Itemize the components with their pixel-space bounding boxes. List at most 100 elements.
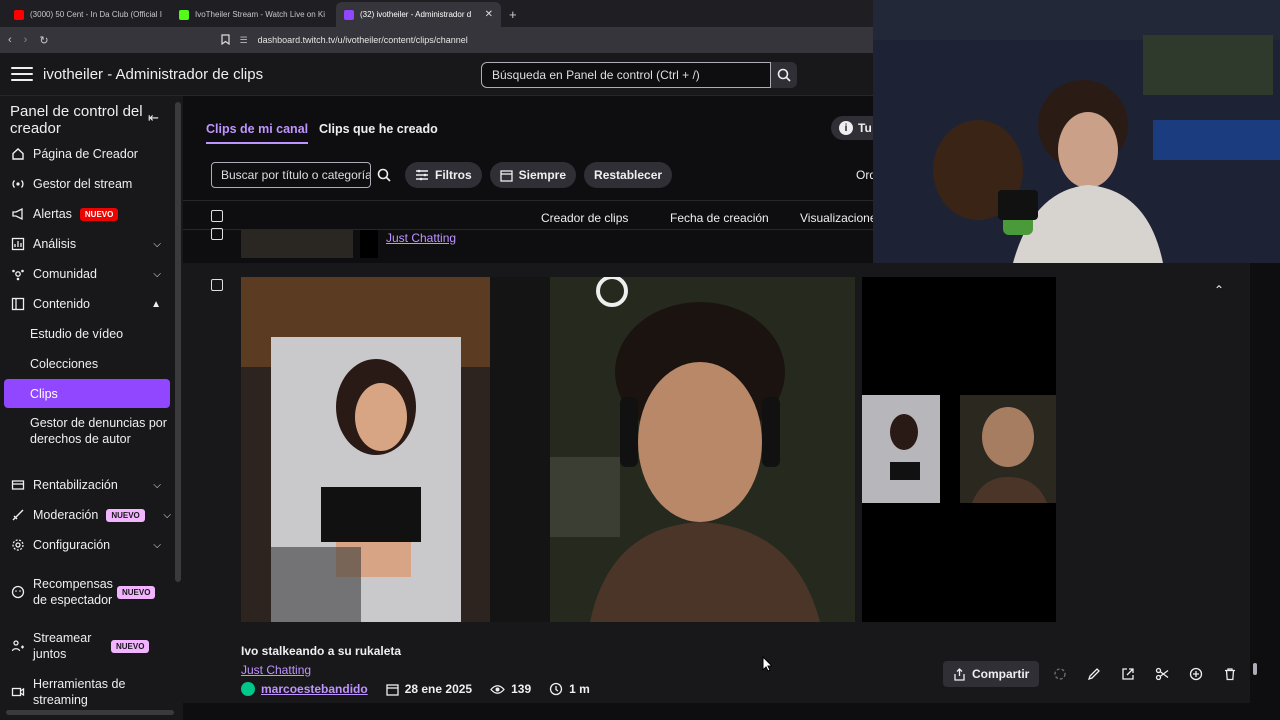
youtube-icon (14, 9, 24, 20)
search-button[interactable] (771, 62, 797, 88)
sidebar-subitem-collections[interactable]: Colecciones (30, 356, 170, 372)
clip-preview-center[interactable] (550, 277, 855, 622)
column-clip-creator[interactable]: Creador de clips (541, 211, 628, 225)
clip-search-input[interactable]: Buscar por título o categoría (211, 162, 371, 188)
share-button[interactable]: Compartir (943, 661, 1040, 687)
url-field[interactable]: dashboard.twitch.tv/u/ivotheiler/content… (258, 35, 468, 45)
column-views[interactable]: Visualizaciones (800, 211, 873, 225)
browser-tab-bar: (3000) 50 Cent - In Da Club (Official I … (0, 0, 873, 27)
chevron-up-icon[interactable]: ▲ (151, 299, 161, 310)
sidebar-item-alerts[interactable]: Alertas NUEVO (0, 200, 175, 228)
select-all-checkbox[interactable] (211, 210, 223, 222)
edit-pencil-icon[interactable] (1081, 661, 1107, 687)
sidebar-item-moderation[interactable]: Moderación NUEVO ⌵ (0, 501, 175, 529)
content-icon (9, 296, 26, 313)
eye-icon (490, 684, 505, 694)
filter-icon (416, 169, 428, 181)
creator-sidebar: Panel de control del creador ⇤ Página de… (0, 96, 183, 720)
home-icon (9, 146, 26, 163)
sidebar-item-settings[interactable]: Configuración ⌵ (0, 531, 175, 559)
chevron-down-icon[interactable]: ⌵ (153, 239, 161, 250)
sidebar-item-label: Análisis (33, 237, 77, 251)
tab-title: IvoTheiler Stream - Watch Live on Ki (195, 10, 325, 19)
sidebar-item-analytics[interactable]: Análisis ⌵ (0, 230, 175, 258)
open-external-icon[interactable] (1115, 661, 1141, 687)
sidebar-item-creator-page[interactable]: Página de Creador (0, 140, 175, 168)
chevron-down-icon[interactable]: ⌵ (153, 480, 161, 491)
clip-checkbox[interactable] (211, 279, 223, 291)
new-badge: NUEVO (111, 639, 150, 653)
sidebar-item-community[interactable]: Comunidad ⌵ (0, 260, 175, 288)
chevron-up-icon[interactable]: ⌃ (1214, 283, 1224, 297)
time-range-label: Siempre (518, 168, 567, 182)
category-link[interactable]: Just Chatting (386, 231, 456, 245)
webcam-image (873, 0, 1280, 263)
chevron-down-icon[interactable]: ⌵ (163, 510, 171, 521)
delete-trash-icon[interactable] (1217, 661, 1243, 687)
clip-title[interactable]: Ivo stalkeando a su rukaleta (241, 644, 401, 658)
sidebar-item-stream-manager[interactable]: Gestor del stream (0, 170, 175, 198)
tab-my-channel-clips[interactable]: Clips de mi canal (206, 122, 309, 144)
sidebar-item-label: Rentabilización (33, 478, 118, 492)
clip-actions: Compartir (943, 661, 1243, 687)
clip-category-link[interactable]: Just Chatting (241, 663, 311, 677)
sidebar-item-viewer-rewards[interactable]: Recompensas de espectador NUEVO (0, 568, 175, 616)
sidebar-horizontal-scrollbar[interactable] (6, 710, 174, 715)
page-scrollbar[interactable] (1253, 663, 1257, 675)
sidebar-subitem-copyright-claims[interactable]: Gestor de denuncias por derechos de auto… (30, 415, 170, 447)
reward-icon (9, 584, 26, 601)
clip-preview-left[interactable] (241, 277, 490, 622)
browser-tab-youtube[interactable]: (3000) 50 Cent - In Da Club (Official I (6, 2, 171, 27)
sidebar-item-label: Contenido (33, 297, 90, 311)
site-info-icon[interactable]: ☰ (240, 35, 248, 46)
clip-preview-mini[interactable] (862, 277, 1056, 622)
clip-thumbnail (360, 230, 378, 258)
page-bottom (183, 703, 1250, 720)
sidebar-subitem-clips[interactable]: Clips (4, 379, 170, 408)
row-checkbox[interactable] (211, 228, 223, 240)
filters-button[interactable]: Filtros (405, 162, 482, 188)
clip-thumbnail[interactable] (241, 230, 353, 258)
tutorial-button[interactable]: i Tu (831, 116, 873, 140)
page-title: ivotheiler - Administrador de clips (43, 65, 264, 83)
reset-button[interactable]: Restablecer (584, 162, 673, 188)
megaphone-icon (9, 206, 26, 223)
together-icon (9, 638, 26, 655)
column-creation-date[interactable]: Fecha de creación (670, 211, 769, 225)
clip-creator-link[interactable]: marcoestebandido (261, 682, 368, 696)
dashboard-search-input[interactable]: Búsqueda en Panel de control (Ctrl + /) (481, 62, 771, 88)
bookmark-icon[interactable] (220, 33, 230, 47)
reload-icon[interactable]: ↻ (39, 34, 48, 47)
clip-search-button[interactable] (371, 162, 397, 188)
sidebar-item-monetization[interactable]: Rentabilización ⌵ (0, 471, 175, 499)
chevron-down-icon[interactable]: ⌵ (153, 269, 161, 280)
page-scrollbar-area (1250, 263, 1280, 720)
search-icon (377, 168, 391, 182)
sidebar-subitem-video-studio[interactable]: Estudio de vídeo (30, 326, 170, 342)
sidebar-item-content[interactable]: Contenido ▲ (0, 290, 175, 318)
time-range-button[interactable]: Siempre (489, 162, 577, 188)
browser-tab-twitch[interactable]: (32) ivotheiler - Administrador d ✕ (336, 2, 501, 27)
loading-spinner-icon (1047, 661, 1073, 687)
scissors-icon[interactable] (1149, 661, 1175, 687)
close-tab-icon[interactable]: ✕ (485, 9, 493, 20)
new-tab-icon[interactable]: + (501, 7, 525, 27)
sidebar-scrollbar[interactable] (175, 102, 181, 582)
collapse-sidebar-icon[interactable]: ⇤ (148, 110, 159, 126)
sidebar-item-label: Streamear juntos (33, 631, 92, 661)
order-label[interactable]: Ord (856, 168, 873, 182)
share-label: Compartir (972, 667, 1030, 681)
browser-tab-kick[interactable]: IvoTheiler Stream - Watch Live on Ki (171, 2, 336, 27)
chevron-down-icon[interactable]: ⌵ (153, 540, 161, 551)
sidebar-item-stream-together[interactable]: Streamear juntos NUEVO (0, 629, 175, 663)
forward-icon[interactable]: › (24, 34, 28, 46)
table-row[interactable]: Just Chatting (183, 228, 873, 263)
sidebar-item-streaming-tools[interactable]: Herramientas de streaming (0, 675, 175, 709)
dashboard-header: ivotheiler - Administrador de clips Búsq… (0, 53, 873, 96)
back-icon[interactable]: ‹ (8, 34, 12, 46)
add-circle-icon[interactable] (1183, 661, 1209, 687)
menu-icon[interactable] (11, 63, 33, 85)
clip-preview-gap (490, 277, 550, 622)
tutorial-label: Tu (858, 121, 872, 135)
tab-clips-i-created[interactable]: Clips que he creado (319, 122, 438, 136)
